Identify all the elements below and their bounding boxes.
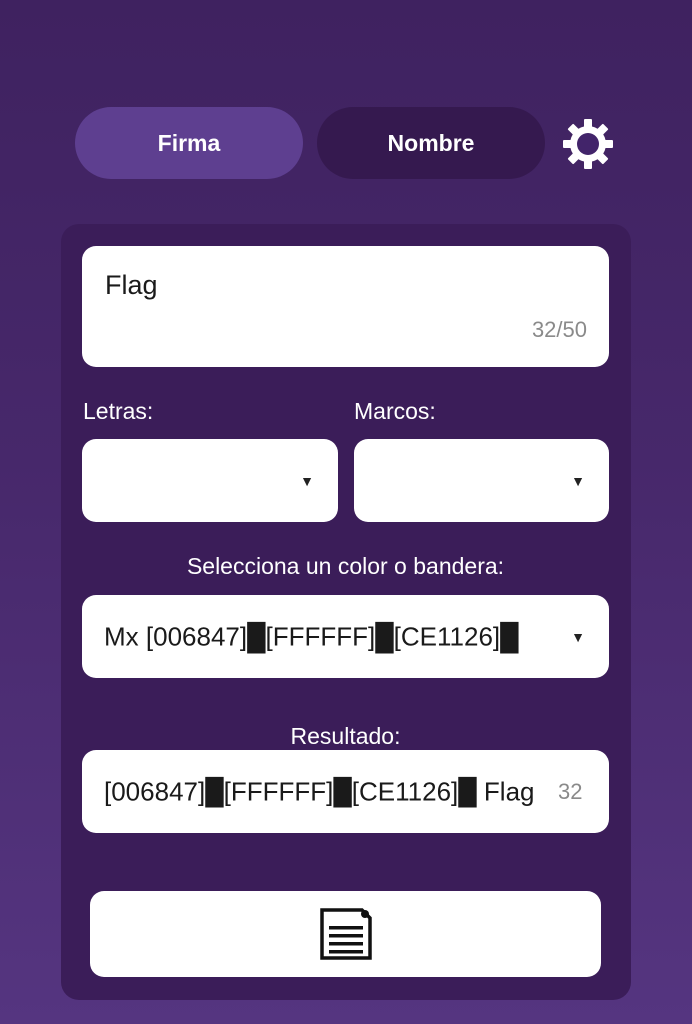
marcos-select[interactable]: ▼	[354, 439, 609, 522]
dropdown-arrow-icon: ▼	[571, 628, 585, 645]
copy-button[interactable]	[90, 891, 601, 977]
result-count: 32	[558, 778, 583, 804]
color-select[interactable]: Mx [006847]█[FFFFFF]█[CE1126]█ ▼	[82, 595, 609, 678]
character-counter: 32/50	[531, 317, 587, 342]
color-label: Selecciona un color o bandera:	[186, 553, 505, 579]
letras-label: Letras:	[83, 398, 154, 424]
text-input[interactable]: Flag 32/50	[82, 246, 609, 367]
color-select-value: Mx [006847]█[FFFFFF]█[CE1126]█	[104, 621, 519, 651]
dropdown-arrow-icon: ▼	[300, 472, 314, 489]
tab-nombre[interactable]: Nombre	[317, 107, 545, 179]
tab-firma[interactable]: Firma	[75, 107, 303, 179]
settings-button[interactable]	[560, 116, 616, 172]
text-input-value: Flag	[105, 270, 158, 300]
document-icon	[319, 908, 372, 960]
result-label: Resultado:	[290, 723, 401, 749]
letras-select[interactable]: ▼	[82, 439, 338, 522]
result-value: [006847]█[FFFFFF]█[CE1126]█ Flag	[104, 776, 535, 806]
gear-icon	[563, 119, 613, 169]
result-field[interactable]: [006847]█[FFFFFF]█[CE1126]█ Flag 32	[82, 750, 609, 833]
marcos-label: Marcos:	[354, 398, 436, 424]
dropdown-arrow-icon: ▼	[571, 472, 585, 489]
